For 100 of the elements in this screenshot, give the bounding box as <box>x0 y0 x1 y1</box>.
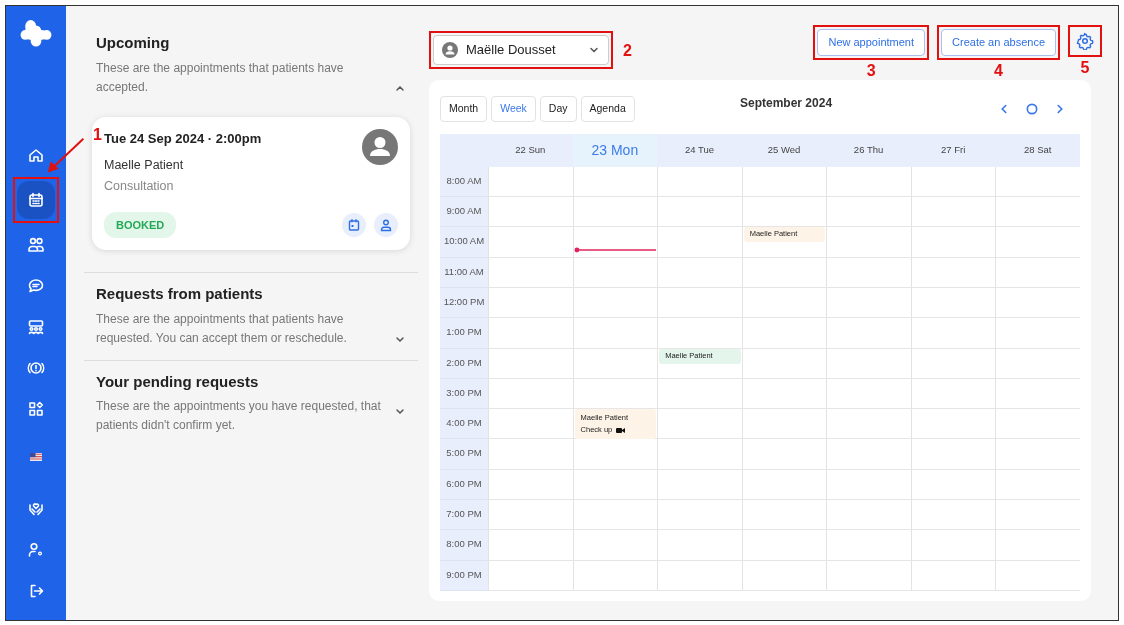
calendar-cell[interactable] <box>741 500 827 531</box>
calendar-cell[interactable] <box>910 560 996 591</box>
calendar-cell[interactable] <box>572 166 658 198</box>
new-appointment-button[interactable]: New appointment <box>817 29 926 57</box>
calendar-button[interactable] <box>342 212 366 237</box>
calendar-cell[interactable] <box>488 378 573 410</box>
calendar-cell[interactable] <box>995 469 1080 500</box>
calendar-cell[interactable] <box>826 166 911 198</box>
create-absence-button[interactable]: Create an absence <box>941 29 1056 57</box>
calendar-cell[interactable] <box>572 439 658 470</box>
calendar-cell[interactable] <box>826 257 911 288</box>
calendar-cell[interactable] <box>995 287 1080 319</box>
calendar-cell[interactable] <box>826 500 911 531</box>
calendar-cell[interactable] <box>488 530 573 561</box>
calendar-cell[interactable] <box>741 560 827 591</box>
calendar-cell[interactable] <box>995 500 1080 531</box>
calendar-cell[interactable] <box>657 439 742 470</box>
calendar-cell[interactable] <box>488 287 573 319</box>
calendar-cell[interactable] <box>826 287 911 319</box>
calendar-cell[interactable] <box>488 166 573 198</box>
calendar-cell[interactable] <box>488 227 573 258</box>
calendar-cell[interactable] <box>488 560 573 591</box>
calendar-cell[interactable] <box>910 257 996 288</box>
calendar-cell[interactable] <box>572 287 658 319</box>
calendar-cell[interactable] <box>741 530 827 561</box>
calendar-cell[interactable] <box>826 530 911 561</box>
calendar-cell[interactable] <box>657 560 742 591</box>
calendar-cell[interactable] <box>488 409 573 440</box>
calendar-cell[interactable] <box>910 166 996 198</box>
calendar-cell[interactable] <box>657 469 742 500</box>
patient-button[interactable] <box>374 212 398 237</box>
calendar-cell[interactable] <box>572 530 658 561</box>
calendar-cell[interactable] <box>741 348 827 379</box>
calendar-cell[interactable] <box>741 469 827 500</box>
calendar-cell[interactable] <box>826 348 911 379</box>
calendar-cell[interactable] <box>826 318 911 349</box>
calendar-cell[interactable] <box>910 409 996 440</box>
calendar-cell[interactable] <box>910 318 996 349</box>
calendar-cell[interactable] <box>995 439 1080 470</box>
calendar-cell[interactable] <box>572 560 658 591</box>
calendar-cell[interactable] <box>741 257 827 288</box>
calendar-cell[interactable] <box>995 348 1080 379</box>
calendar-cell[interactable] <box>488 257 573 288</box>
calendar-cell[interactable] <box>657 318 742 349</box>
calendar-cell[interactable] <box>910 500 996 531</box>
calendar-cell[interactable] <box>572 257 658 288</box>
calendar-cell[interactable] <box>657 409 742 440</box>
calendar-cell[interactable] <box>741 378 827 410</box>
calendar-cell[interactable] <box>995 560 1080 591</box>
calendar-cell[interactable] <box>657 197 742 228</box>
calendar-cell[interactable] <box>910 439 996 470</box>
calendar-cell[interactable] <box>572 318 658 349</box>
calendar-cell[interactable] <box>572 348 658 379</box>
calendar-cell[interactable] <box>910 378 996 410</box>
view-tab[interactable]: Month <box>440 96 488 122</box>
calendar-cell[interactable] <box>826 409 911 440</box>
calendar-cell[interactable] <box>826 469 911 500</box>
calendar-cell[interactable] <box>572 227 658 258</box>
calendar-cell[interactable] <box>488 318 573 349</box>
calendar-cell[interactable] <box>657 227 742 258</box>
calendar-cell[interactable] <box>910 348 996 379</box>
calendar-cell[interactable] <box>741 287 827 319</box>
view-tab[interactable]: Day <box>539 96 577 122</box>
calendar-cell[interactable] <box>657 287 742 319</box>
calendar-cell[interactable] <box>657 257 742 288</box>
calendar-cell[interactable] <box>657 378 742 410</box>
view-tab[interactable]: Week <box>491 96 536 122</box>
calendar-cell[interactable] <box>995 227 1080 258</box>
calendar-cell[interactable] <box>995 257 1080 288</box>
calendar-cell[interactable] <box>995 166 1080 198</box>
calendar-cell[interactable] <box>826 227 911 258</box>
calendar-cell[interactable] <box>995 197 1080 228</box>
calendar-cell[interactable] <box>995 318 1080 349</box>
calendar-cell[interactable] <box>488 197 573 228</box>
calendar-cell[interactable] <box>741 409 827 440</box>
calendar-cell[interactable] <box>741 439 827 470</box>
calendar-cell[interactable] <box>910 530 996 561</box>
view-tab[interactable]: Agenda <box>580 96 635 122</box>
calendar-cell[interactable] <box>995 409 1080 440</box>
calendar-cell[interactable] <box>657 166 742 198</box>
calendar-cell[interactable] <box>657 500 742 531</box>
calendar-cell[interactable] <box>826 439 911 470</box>
calendar-cell[interactable] <box>995 530 1080 561</box>
calendar-cell[interactable] <box>826 197 911 228</box>
calendar-cell[interactable] <box>488 439 573 470</box>
calendar-cell[interactable] <box>572 197 658 228</box>
calendar-cell[interactable] <box>572 500 658 531</box>
calendar-cell[interactable] <box>910 469 996 500</box>
calendar-cell[interactable] <box>572 469 658 500</box>
calendar-cell[interactable] <box>910 227 996 258</box>
calendar-cell[interactable] <box>488 469 573 500</box>
calendar-cell[interactable] <box>826 378 911 410</box>
calendar-cell[interactable] <box>910 197 996 228</box>
calendar-cell[interactable] <box>910 287 996 319</box>
calendar-cell[interactable] <box>826 560 911 591</box>
calendar-cell[interactable] <box>741 166 827 198</box>
calendar-cell[interactable] <box>488 348 573 379</box>
calendar-cell[interactable] <box>488 500 573 531</box>
doctor-select[interactable]: Maëlle Dousset <box>433 35 609 65</box>
calendar-cell[interactable] <box>995 378 1080 410</box>
